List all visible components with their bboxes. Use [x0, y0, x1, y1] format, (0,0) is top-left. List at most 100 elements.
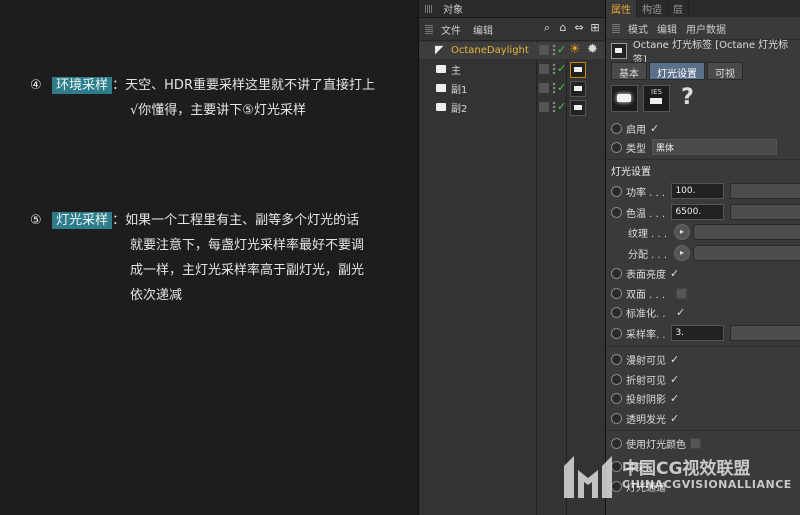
- use-light-color-checkbox[interactable]: [690, 437, 701, 449]
- new-window-icon[interactable]: ⊞: [588, 21, 602, 35]
- surface-brightness-checkbox[interactable]: ✓: [670, 267, 679, 280]
- type-label: 类型: [626, 143, 646, 155]
- text-line: 就要注意下，每盏灯光采样率最好不要调: [130, 238, 365, 253]
- menu-user-data[interactable]: 用户数据: [686, 21, 726, 36]
- distribution-button[interactable]: ▸: [674, 245, 690, 261]
- cast-shadows-checkbox[interactable]: ✓: [670, 392, 679, 405]
- diffuse-visible-checkbox[interactable]: ✓: [670, 353, 679, 366]
- watermark-en: CHINACGVISIONALLIANCE: [622, 478, 792, 491]
- menu-edit[interactable]: 编辑: [657, 21, 677, 36]
- temperature-label: 色温 . . .: [626, 208, 666, 220]
- help-icon[interactable]: ?: [675, 85, 700, 110]
- text-line: ：天空、HDR重要采样这里就不讲了直接打上: [112, 78, 375, 93]
- panel-title: 对象: [443, 5, 463, 16]
- keyframe-radio[interactable]: [611, 327, 622, 339]
- keyframe-radio[interactable]: [611, 122, 622, 134]
- keyframe-radio[interactable]: [611, 353, 622, 365]
- object-row-daylight[interactable]: ◤ OctaneDaylight ✓ ☀ ✹: [419, 42, 605, 59]
- layer-box[interactable]: [539, 45, 549, 55]
- light-object-icon: [436, 65, 446, 73]
- distribution-slot[interactable]: [693, 245, 800, 261]
- enabled-check-icon[interactable]: ✓: [557, 81, 566, 94]
- refraction-visible-checkbox[interactable]: ✓: [670, 373, 679, 386]
- tab-attributes[interactable]: 属性: [606, 0, 637, 17]
- tab-structure[interactable]: 构造: [637, 0, 668, 17]
- distribution-label: 分配 . . .: [628, 249, 668, 261]
- normalize-row: 标准化. . ✓: [611, 304, 800, 320]
- visibility-dots[interactable]: [552, 101, 556, 113]
- arrows-icon[interactable]: ⇔: [572, 21, 586, 35]
- layer-box[interactable]: [539, 83, 549, 93]
- double-sided-checkbox[interactable]: [676, 287, 687, 299]
- layer-box[interactable]: [539, 64, 549, 74]
- tab-light-settings[interactable]: 灯光设置: [649, 62, 705, 80]
- octane-light-tag-icon[interactable]: [570, 62, 586, 78]
- keyframe-radio[interactable]: [611, 287, 622, 299]
- ies-light-icon[interactable]: IES: [643, 85, 670, 112]
- cast-shadows-label: 投射阴影: [626, 394, 666, 406]
- daylight-icon: ◤: [435, 43, 444, 56]
- object-manager-header: 对象: [419, 0, 605, 18]
- keyframe-radio[interactable]: [611, 392, 622, 404]
- menu-mode[interactable]: 模式: [628, 21, 648, 36]
- visibility-dots[interactable]: [552, 44, 556, 56]
- octane-light-tag-icon[interactable]: [570, 100, 586, 116]
- enabled-check-icon[interactable]: ✓: [557, 43, 566, 56]
- menu-file[interactable]: 文件: [441, 22, 461, 37]
- enabled-check-icon[interactable]: ✓: [557, 62, 566, 75]
- section-light-settings: 灯光设置: [611, 167, 651, 178]
- tab-layers[interactable]: 层: [668, 0, 689, 17]
- object-row-fill2[interactable]: 副2 ✓: [419, 99, 605, 116]
- grip-icon[interactable]: [612, 23, 620, 33]
- home-icon[interactable]: ⌂: [556, 21, 570, 35]
- visibility-dots[interactable]: [552, 63, 556, 75]
- temperature-slider[interactable]: [729, 204, 800, 220]
- enable-checkbox[interactable]: ✓: [650, 122, 659, 135]
- keyframe-radio[interactable]: [611, 437, 622, 449]
- object-menu-bar: 文件 编辑 ⌕ ⌂ ⇔ ⊞: [419, 18, 605, 41]
- area-light-icon[interactable]: [611, 85, 638, 112]
- layer-box[interactable]: [539, 102, 549, 112]
- tab-visibility[interactable]: 可视: [707, 62, 743, 80]
- temperature-input[interactable]: 6500.: [671, 204, 724, 220]
- transparent-emission-checkbox[interactable]: ✓: [670, 412, 679, 425]
- keyframe-radio[interactable]: [611, 412, 622, 424]
- search-icon[interactable]: ⌕: [540, 21, 554, 35]
- octane-light-tag-icon[interactable]: [570, 81, 586, 97]
- sun-tag-icon[interactable]: ☀: [569, 42, 581, 57]
- visibility-dots[interactable]: [552, 82, 556, 94]
- power-slider[interactable]: [729, 183, 800, 199]
- sampling-rate-input[interactable]: 3.: [671, 325, 724, 341]
- sampling-rate-slider[interactable]: [729, 325, 800, 341]
- menu-edit[interactable]: 编辑: [473, 22, 493, 37]
- enabled-check-icon[interactable]: ✓: [557, 100, 566, 113]
- texture-label: 纹理 . . .: [628, 228, 668, 240]
- keyframe-radio[interactable]: [611, 141, 622, 153]
- gear-tag-icon[interactable]: ✹: [587, 42, 598, 57]
- double-sided-label: 双面 . . .: [626, 289, 666, 301]
- attribute-tabs: 属性 构造 层: [606, 0, 800, 17]
- object-row-main[interactable]: 主 ✓: [419, 61, 605, 78]
- light-object-icon: [436, 84, 446, 92]
- keyframe-radio[interactable]: [611, 373, 622, 385]
- grip-icon[interactable]: [425, 4, 433, 13]
- grip-icon[interactable]: [425, 24, 433, 34]
- diffuse-visible-label: 漫射可见: [626, 355, 666, 367]
- texture-slot[interactable]: [693, 224, 800, 240]
- type-select[interactable]: 黑体: [652, 139, 777, 155]
- keyframe-radio[interactable]: [611, 306, 622, 318]
- keyframe-radio[interactable]: [611, 185, 622, 197]
- keyframe-radio[interactable]: [611, 206, 622, 218]
- refraction-visible-row: 折射可见 ✓: [611, 371, 800, 387]
- object-row-fill1[interactable]: 副1 ✓: [419, 80, 605, 97]
- use-light-color-label: 使用灯光颜色: [626, 439, 686, 451]
- use-light-color-row: 使用灯光颜色: [611, 435, 800, 451]
- tutorial-panel: ④ 环境采样 ：天空、HDR重要采样这里就不讲了直接打上 √你懂得，主要讲下⑤灯光…: [0, 0, 418, 515]
- tab-basic[interactable]: 基本: [611, 62, 647, 80]
- normalize-checkbox[interactable]: ✓: [676, 306, 685, 319]
- power-input[interactable]: 100.: [671, 183, 724, 199]
- object-name: 主: [451, 66, 461, 77]
- paragraph-environment-sampling: ④ 环境采样 ：天空、HDR重要采样这里就不讲了直接打上 √你懂得，主要讲下⑤灯光…: [30, 73, 420, 123]
- keyframe-radio[interactable]: [611, 267, 622, 279]
- texture-button[interactable]: ▸: [674, 224, 690, 240]
